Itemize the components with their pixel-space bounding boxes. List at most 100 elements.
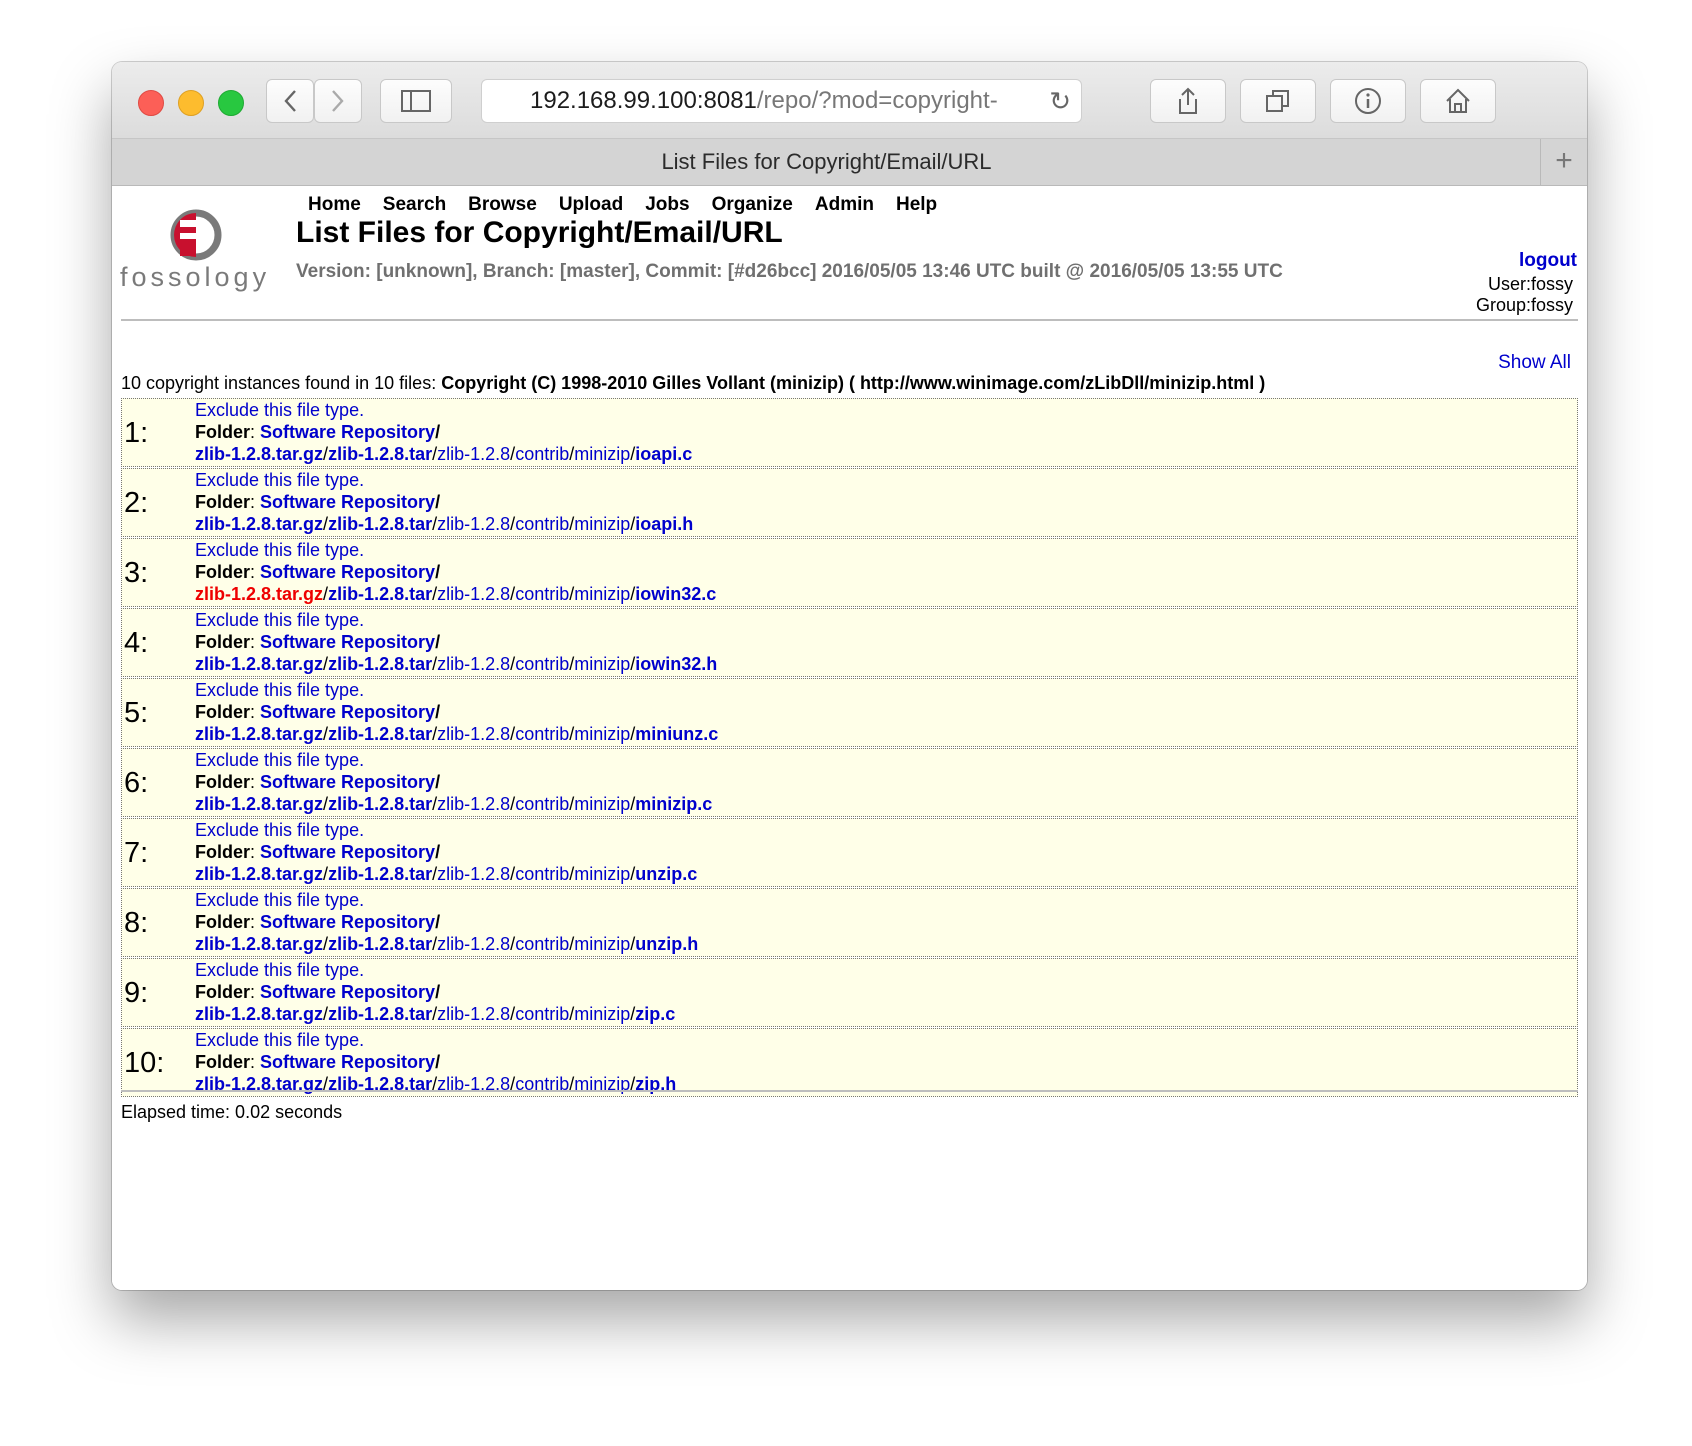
- nav-help[interactable]: Help: [896, 194, 937, 216]
- dir-link[interactable]: zlib-1.2.8: [437, 654, 510, 674]
- zoom-window-button[interactable]: [218, 90, 244, 116]
- contrib-link[interactable]: contrib: [515, 934, 569, 954]
- nav-upload[interactable]: Upload: [559, 194, 623, 216]
- software-repository-link[interactable]: Software Repository: [260, 632, 435, 652]
- new-tab-button[interactable]: +: [1540, 139, 1587, 185]
- file-link[interactable]: unzip.c: [635, 864, 697, 884]
- minizip-link[interactable]: minizip: [574, 724, 630, 744]
- minizip-link[interactable]: minizip: [574, 864, 630, 884]
- share-button[interactable]: [1150, 79, 1226, 123]
- tar-link[interactable]: zlib-1.2.8.tar: [328, 794, 432, 814]
- exclude-file-type-link[interactable]: Exclude this file type.: [195, 820, 364, 840]
- minizip-link[interactable]: minizip: [574, 584, 630, 604]
- close-window-button[interactable]: [138, 90, 164, 116]
- back-button[interactable]: [266, 79, 314, 123]
- file-link[interactable]: ioapi.h: [635, 514, 693, 534]
- exclude-file-type-link[interactable]: Exclude this file type.: [195, 540, 364, 560]
- file-link[interactable]: ioapi.c: [635, 444, 692, 464]
- archive-link[interactable]: zlib-1.2.8.tar.gz: [195, 934, 323, 954]
- minizip-link[interactable]: minizip: [574, 514, 630, 534]
- minizip-link[interactable]: minizip: [574, 444, 630, 464]
- exclude-file-type-link[interactable]: Exclude this file type.: [195, 610, 364, 630]
- address-bar[interactable]: 192.168.99.100:8081/repo/?mod=copyright-…: [481, 79, 1082, 123]
- exclude-file-type-link[interactable]: Exclude this file type.: [195, 960, 364, 980]
- archive-link[interactable]: zlib-1.2.8.tar.gz: [195, 794, 323, 814]
- tar-link[interactable]: zlib-1.2.8.tar: [328, 1004, 432, 1024]
- sidebar-button[interactable]: [380, 79, 452, 123]
- home-button[interactable]: [1420, 79, 1496, 123]
- tar-link[interactable]: zlib-1.2.8.tar: [328, 654, 432, 674]
- software-repository-link[interactable]: Software Repository: [260, 562, 435, 582]
- contrib-link[interactable]: contrib: [515, 1004, 569, 1024]
- dir-link[interactable]: zlib-1.2.8: [437, 724, 510, 744]
- exclude-file-type-link[interactable]: Exclude this file type.: [195, 890, 364, 910]
- software-repository-link[interactable]: Software Repository: [260, 912, 435, 932]
- archive-link[interactable]: zlib-1.2.8.tar.gz: [195, 654, 323, 674]
- contrib-link[interactable]: contrib: [515, 584, 569, 604]
- software-repository-link[interactable]: Software Repository: [260, 702, 435, 722]
- archive-link[interactable]: zlib-1.2.8.tar.gz: [195, 724, 323, 744]
- active-tab[interactable]: List Files for Copyright/Email/URL: [112, 139, 1541, 185]
- nav-organize[interactable]: Organize: [712, 194, 793, 216]
- show-all-link[interactable]: Show All: [1498, 352, 1571, 374]
- exclude-file-type-link[interactable]: Exclude this file type.: [195, 1030, 364, 1050]
- file-link[interactable]: minizip.c: [635, 794, 712, 814]
- exclude-file-type-link[interactable]: Exclude this file type.: [195, 680, 364, 700]
- nav-jobs[interactable]: Jobs: [645, 194, 689, 216]
- minizip-link[interactable]: minizip: [574, 1004, 630, 1024]
- tar-link[interactable]: zlib-1.2.8.tar: [328, 864, 432, 884]
- archive-link[interactable]: zlib-1.2.8.tar.gz: [195, 864, 323, 884]
- contrib-link[interactable]: contrib: [515, 794, 569, 814]
- minizip-link[interactable]: minizip: [574, 794, 630, 814]
- dir-link[interactable]: zlib-1.2.8: [437, 794, 510, 814]
- archive-link[interactable]: zlib-1.2.8.tar.gz: [195, 584, 323, 604]
- exclude-file-type-link[interactable]: Exclude this file type.: [195, 470, 364, 490]
- exclude-file-type-link[interactable]: Exclude this file type.: [195, 400, 364, 420]
- logout-link[interactable]: logout: [1519, 250, 1577, 272]
- software-repository-link[interactable]: Software Repository: [260, 842, 435, 862]
- archive-link[interactable]: zlib-1.2.8.tar.gz: [195, 444, 323, 464]
- dir-link[interactable]: zlib-1.2.8: [437, 934, 510, 954]
- contrib-link[interactable]: contrib: [515, 724, 569, 744]
- minizip-link[interactable]: minizip: [574, 654, 630, 674]
- contrib-link[interactable]: contrib: [515, 654, 569, 674]
- fossology-logo[interactable]: fossology: [120, 208, 290, 298]
- file-link[interactable]: zip.c: [635, 1004, 675, 1024]
- contrib-link[interactable]: contrib: [515, 864, 569, 884]
- tar-link[interactable]: zlib-1.2.8.tar: [328, 724, 432, 744]
- minimize-window-button[interactable]: [178, 90, 204, 116]
- file-link[interactable]: unzip.h: [635, 934, 698, 954]
- tabs-overview-button[interactable]: [1240, 79, 1316, 123]
- archive-link[interactable]: zlib-1.2.8.tar.gz: [195, 1004, 323, 1024]
- dir-link[interactable]: zlib-1.2.8: [437, 444, 510, 464]
- archive-link[interactable]: zlib-1.2.8.tar.gz: [195, 514, 323, 534]
- file-link[interactable]: iowin32.h: [635, 654, 717, 674]
- dir-link[interactable]: zlib-1.2.8: [437, 584, 510, 604]
- dir-link[interactable]: zlib-1.2.8: [437, 514, 510, 534]
- home-icon: [1446, 88, 1470, 113]
- reload-icon[interactable]: ↻: [1049, 80, 1071, 122]
- tar-link[interactable]: zlib-1.2.8.tar: [328, 514, 432, 534]
- contrib-link[interactable]: contrib: [515, 514, 569, 534]
- exclude-file-type-link[interactable]: Exclude this file type.: [195, 750, 364, 770]
- forward-button[interactable]: [314, 79, 362, 123]
- software-repository-link[interactable]: Software Repository: [260, 422, 435, 442]
- nav-search[interactable]: Search: [383, 194, 446, 216]
- dir-link[interactable]: zlib-1.2.8: [437, 864, 510, 884]
- file-link[interactable]: miniunz.c: [635, 724, 718, 744]
- file-link[interactable]: iowin32.c: [635, 584, 716, 604]
- tar-link[interactable]: zlib-1.2.8.tar: [328, 444, 432, 464]
- software-repository-link[interactable]: Software Repository: [260, 982, 435, 1002]
- nav-admin[interactable]: Admin: [815, 194, 874, 216]
- software-repository-link[interactable]: Software Repository: [260, 492, 435, 512]
- contrib-link[interactable]: contrib: [515, 444, 569, 464]
- minizip-link[interactable]: minizip: [574, 934, 630, 954]
- nav-home[interactable]: Home: [308, 194, 361, 216]
- info-button[interactable]: [1330, 79, 1406, 123]
- tar-link[interactable]: zlib-1.2.8.tar: [328, 934, 432, 954]
- software-repository-link[interactable]: Software Repository: [260, 772, 435, 792]
- dir-link[interactable]: zlib-1.2.8: [437, 1004, 510, 1024]
- nav-browse[interactable]: Browse: [468, 194, 537, 216]
- tar-link[interactable]: zlib-1.2.8.tar: [328, 584, 432, 604]
- software-repository-link[interactable]: Software Repository: [260, 1052, 435, 1072]
